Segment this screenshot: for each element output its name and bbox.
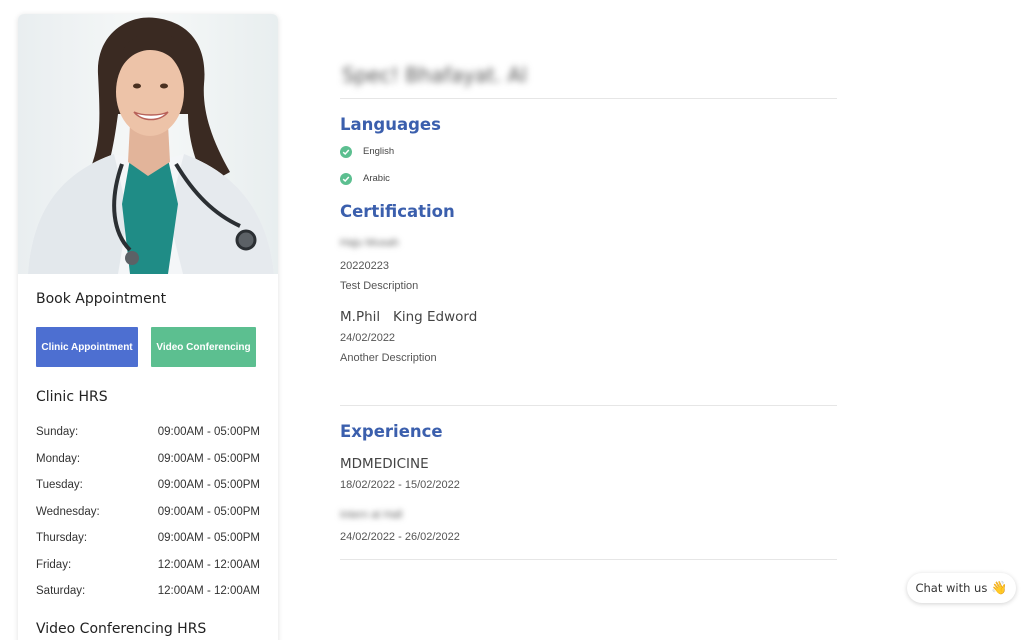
- hours-time: 09:00AM - 05:00PM: [157, 452, 260, 465]
- certification-date: 24/02/2022: [340, 332, 396, 344]
- doctor-profile-card: Book Appointment Clinic Appointment Vide…: [18, 14, 278, 640]
- doctor-portrait-image: [28, 17, 274, 274]
- clinic-appointment-button[interactable]: Clinic Appointment: [36, 327, 138, 367]
- chat-label: Chat with us: [915, 581, 988, 595]
- experience-heading: Experience: [340, 422, 443, 441]
- check-circle-icon: [340, 145, 352, 158]
- hours-row: Sunday: 09:00AM - 05:00PM: [36, 425, 260, 452]
- certification-date: 20220223: [340, 260, 389, 272]
- experience-dates: 24/02/2022 - 26/02/2022: [340, 531, 460, 543]
- experience-item: MDMEDICINE 18/02/2022 - 15/02/2022: [340, 453, 837, 495]
- language-label: English: [363, 146, 395, 157]
- hours-day: Saturday:: [36, 585, 86, 597]
- hours-day: Tuesday:: [36, 479, 83, 491]
- divider: [340, 405, 837, 406]
- language-label: Arabic: [363, 173, 390, 184]
- certification-title: M.Phil King Edword: [340, 309, 478, 325]
- certification-item: Haju Musah 20220223 Test Description: [340, 233, 837, 296]
- divider: [340, 559, 837, 560]
- hours-day: Wednesday:: [36, 505, 100, 518]
- hours-time: 12:00AM - 12:00AM: [157, 558, 260, 571]
- video-conferencing-hrs-title: Video Conferencing HRS: [36, 620, 207, 637]
- hours-row: Wednesday: 09:00AM - 05:00PM: [36, 505, 260, 532]
- divider: [340, 98, 837, 99]
- language-item: English: [340, 138, 837, 165]
- hours-day: Monday:: [36, 452, 81, 465]
- hours-day: Sunday:: [36, 426, 79, 438]
- languages-heading: Languages: [340, 115, 441, 134]
- clinic-hrs-title: Clinic HRS: [36, 389, 108, 405]
- check-circle-icon: [340, 172, 352, 185]
- certification-description: Test Description: [340, 280, 419, 292]
- hours-row: Saturday: 12:00AM - 12:00AM: [36, 584, 260, 611]
- waving-hand-icon: 👋: [991, 580, 1008, 596]
- experience-title: Intern at Hall: [340, 509, 403, 521]
- doctor-name: Spec! Bhafayat. Al: [342, 63, 527, 87]
- hours-row: Tuesday: 09:00AM - 05:00PM: [36, 478, 260, 505]
- video-conferencing-button[interactable]: Video Conferencing: [151, 327, 256, 367]
- doctor-photo: [18, 14, 278, 274]
- hours-time: 09:00AM - 05:00PM: [157, 532, 260, 544]
- certification-title: Haju Musah: [340, 237, 399, 249]
- experience-dates: 18/02/2022 - 15/02/2022: [340, 479, 460, 491]
- certification-item: M.Phil King Edword 24/02/2022 Another De…: [340, 306, 837, 368]
- hours-time: 12:00AM - 12:00AM: [157, 585, 260, 597]
- hours-row: Monday: 09:00AM - 05:00PM: [36, 452, 260, 479]
- certification-heading: Certification: [340, 202, 455, 221]
- hours-time: 09:00AM - 05:00PM: [157, 479, 260, 491]
- experience-title: MDMEDICINE: [340, 456, 429, 472]
- chat-with-us-button[interactable]: Chat with us 👋: [907, 573, 1016, 603]
- book-appointment-title: Book Appointment: [36, 291, 167, 307]
- languages-list: English Arabic: [340, 138, 837, 192]
- language-item: Arabic: [340, 165, 837, 192]
- hours-day: Thursday:: [36, 532, 88, 544]
- profile-details: Spec! Bhafayat. Al Languages English Ara…: [340, 58, 837, 560]
- hours-row: Friday: 12:00AM - 12:00AM: [36, 558, 260, 585]
- certification-description: Another Description: [340, 352, 437, 364]
- experience-item: Intern at Hall 24/02/2022 - 26/02/2022: [340, 505, 837, 547]
- clinic-hours-list: Sunday: 09:00AM - 05:00PM Monday: 09:00AM …: [36, 425, 260, 611]
- hours-day: Friday:: [36, 558, 72, 571]
- hours-row: Thursday: 09:00AM - 05:00PM: [36, 531, 260, 558]
- hours-time: 09:00AM - 05:00PM: [157, 426, 260, 438]
- hours-time: 09:00AM - 05:00PM: [157, 505, 260, 518]
